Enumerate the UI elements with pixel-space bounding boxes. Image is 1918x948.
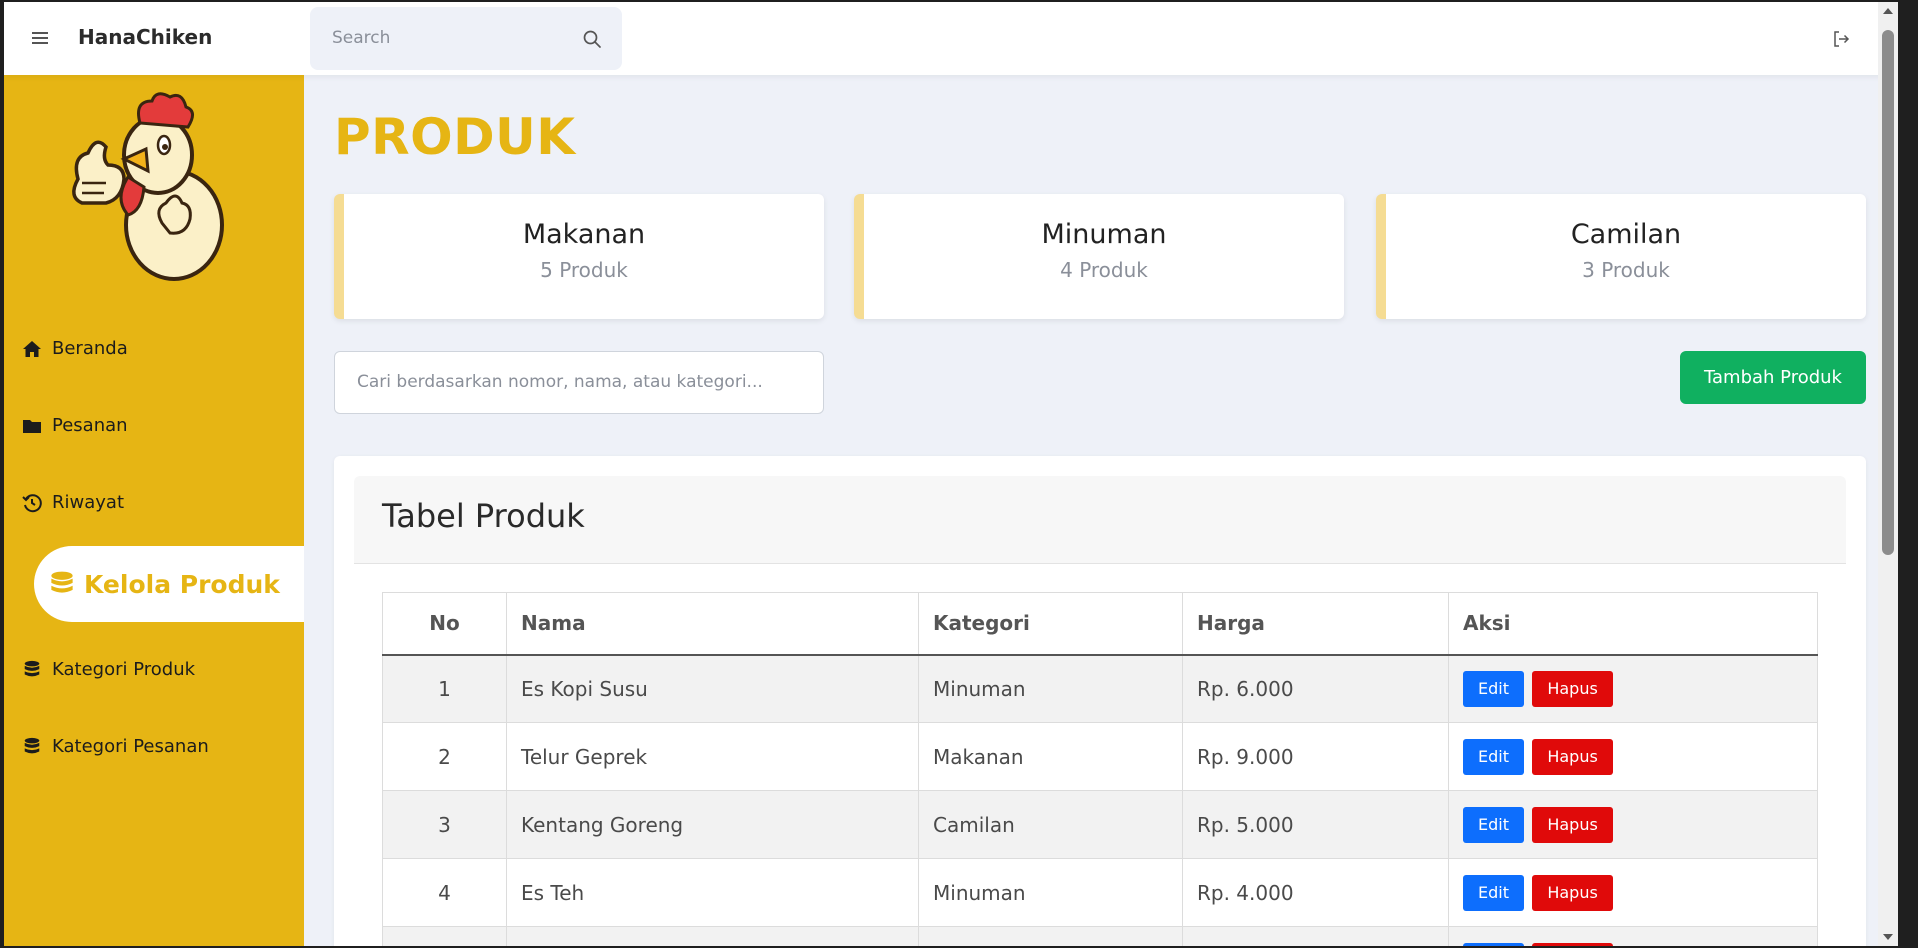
- sidebar-item-label: Riwayat: [52, 492, 124, 513]
- cell-harga: Rp. 9.000: [1182, 722, 1449, 791]
- cell-harga: Rp. 5.000: [1182, 790, 1449, 859]
- category-card-makanan: Makanan 5 Produk: [334, 194, 824, 319]
- database-icon: [24, 660, 40, 676]
- main-content: PRODUK Makanan 5 Produk Minuman 4 Produk…: [304, 75, 1898, 946]
- sidebar: Beranda Pesanan Riwayat Kelola Produk Ka…: [4, 75, 304, 946]
- cell-harga: Rp. 6.000: [1182, 654, 1449, 723]
- cell-no: 4: [382, 858, 507, 927]
- cell-kategori: Minuman: [918, 858, 1183, 927]
- chicken-logo: [72, 92, 224, 281]
- edit-button[interactable]: Edit: [1463, 670, 1524, 707]
- column-header-kategori[interactable]: Kategori: [918, 592, 1183, 656]
- delete-button[interactable]: Hapus: [1532, 874, 1613, 911]
- cell-nama: Es Teh: [506, 858, 919, 927]
- cell-aksi: Edit Hapus: [1448, 926, 1818, 946]
- edit-button[interactable]: Edit: [1463, 942, 1524, 946]
- table-row: 3 Kentang Goreng Camilan Rp. 5.000 Edit …: [382, 790, 1818, 859]
- card-title: Camilan: [1570, 219, 1682, 250]
- product-filter-input[interactable]: Cari berdasarkan nomor, nama, atau kateg…: [334, 351, 824, 414]
- cell-harga: Rp. 4.000: [1182, 858, 1449, 927]
- database-icon: [51, 571, 73, 593]
- sidebar-item-label: Kategori Pesanan: [52, 736, 209, 757]
- delete-button[interactable]: Hapus: [1532, 670, 1613, 707]
- cell-nama: Es Kopi Susu: [506, 654, 919, 723]
- category-card-minuman: Minuman 4 Produk: [854, 194, 1344, 319]
- card-count: 5 Produk: [540, 258, 628, 282]
- brand-name: HanaChiken: [78, 25, 213, 49]
- folder-icon: [23, 419, 41, 433]
- search-placeholder: Search: [332, 28, 391, 48]
- table-row: 1 Es Kopi Susu Minuman Rp. 6.000 Edit Ha…: [382, 654, 1818, 723]
- table-row: 4 Es Teh Minuman Rp. 4.000 Edit Hapus: [382, 858, 1818, 927]
- sidebar-item-kelola-produk[interactable]: Kelola Produk: [34, 546, 304, 622]
- scroll-thumb[interactable]: [1882, 30, 1894, 555]
- cell-aksi: Edit Hapus: [1448, 722, 1818, 791]
- product-table: No Nama Kategori Harga Aksi 1 Es Kopi Su…: [382, 592, 1818, 946]
- table-header: Tabel Produk: [354, 476, 1846, 564]
- card-title: Makanan: [522, 219, 646, 250]
- filter-placeholder: Cari berdasarkan nomor, nama, atau kateg…: [357, 372, 763, 392]
- table-title: Tabel Produk: [382, 497, 585, 535]
- cell-no: 2: [382, 722, 507, 791]
- cell-aksi: Edit Hapus: [1448, 858, 1818, 927]
- column-header-nama[interactable]: Nama: [506, 592, 919, 656]
- edit-button[interactable]: Edit: [1463, 738, 1524, 775]
- scroll-down-arrow-icon[interactable]: [1883, 934, 1893, 940]
- cell-no: 3: [382, 790, 507, 859]
- delete-button[interactable]: Hapus: [1532, 738, 1613, 775]
- cell-aksi: Edit Hapus: [1448, 654, 1818, 723]
- sidebar-item-label: Beranda: [52, 338, 128, 359]
- sidebar-item-label: Kategori Produk: [52, 659, 196, 680]
- cell-kategori: Makanan: [918, 722, 1183, 791]
- column-header-harga[interactable]: Harga: [1182, 592, 1449, 656]
- home-icon: [23, 340, 41, 357]
- column-header-no[interactable]: No: [382, 592, 507, 656]
- card-title: Minuman: [1041, 219, 1167, 250]
- card-count: 4 Produk: [1060, 258, 1148, 282]
- table-row: 2 Telur Geprek Makanan Rp. 9.000 Edit Ha…: [382, 722, 1818, 791]
- add-product-button[interactable]: Tambah Produk: [1680, 351, 1866, 404]
- top-bar: HanaChiken Search: [4, 2, 1898, 75]
- sidebar-item-kategori-produk[interactable]: Kategori Produk: [22, 659, 195, 680]
- app-window: HanaChiken Search Beranda Pesanan Riwaya…: [4, 2, 1898, 946]
- cell-kategori: Camilan: [918, 790, 1183, 859]
- sidebar-item-label: Kelola Produk: [84, 569, 280, 599]
- cell-no: [382, 926, 507, 946]
- page-title: PRODUK: [334, 108, 576, 166]
- cell-nama: [506, 926, 919, 946]
- cell-aksi: Edit Hapus: [1448, 790, 1818, 859]
- cell-kategori: [918, 926, 1183, 946]
- sidebar-item-kategori-pesanan[interactable]: Kategori Pesanan: [22, 736, 209, 757]
- sidebar-item-pesanan[interactable]: Pesanan: [22, 415, 128, 436]
- table-header-row: No Nama Kategori Harga Aksi: [382, 592, 1818, 656]
- category-card-camilan: Camilan 3 Produk: [1376, 194, 1866, 319]
- scroll-up-arrow-icon[interactable]: [1883, 8, 1893, 14]
- search-icon[interactable]: [582, 29, 602, 49]
- page-scrollbar[interactable]: [1878, 2, 1898, 946]
- cell-nama: Kentang Goreng: [506, 790, 919, 859]
- cell-nama: Telur Geprek: [506, 722, 919, 791]
- column-header-aksi: Aksi: [1448, 592, 1818, 656]
- sidebar-item-label: Pesanan: [52, 415, 128, 436]
- card-count: 3 Produk: [1582, 258, 1670, 282]
- cell-harga: [1182, 926, 1449, 946]
- product-table-card: Tabel Produk No Nama Kategori Harga Aksi…: [334, 456, 1866, 946]
- delete-button[interactable]: Hapus: [1532, 806, 1613, 843]
- search-input[interactable]: Search: [310, 7, 622, 70]
- edit-button[interactable]: Edit: [1463, 806, 1524, 843]
- database-icon: [24, 737, 40, 753]
- cell-no: 1: [382, 654, 507, 723]
- sidebar-item-beranda[interactable]: Beranda: [22, 338, 128, 359]
- logout-icon[interactable]: [1832, 30, 1850, 48]
- edit-button[interactable]: Edit: [1463, 874, 1524, 911]
- hamburger-menu-icon[interactable]: [32, 32, 48, 47]
- delete-button[interactable]: Hapus: [1532, 942, 1613, 946]
- table-row: Edit Hapus: [382, 926, 1818, 946]
- sidebar-item-riwayat[interactable]: Riwayat: [22, 492, 124, 513]
- history-icon: [22, 493, 42, 512]
- cell-kategori: Minuman: [918, 654, 1183, 723]
